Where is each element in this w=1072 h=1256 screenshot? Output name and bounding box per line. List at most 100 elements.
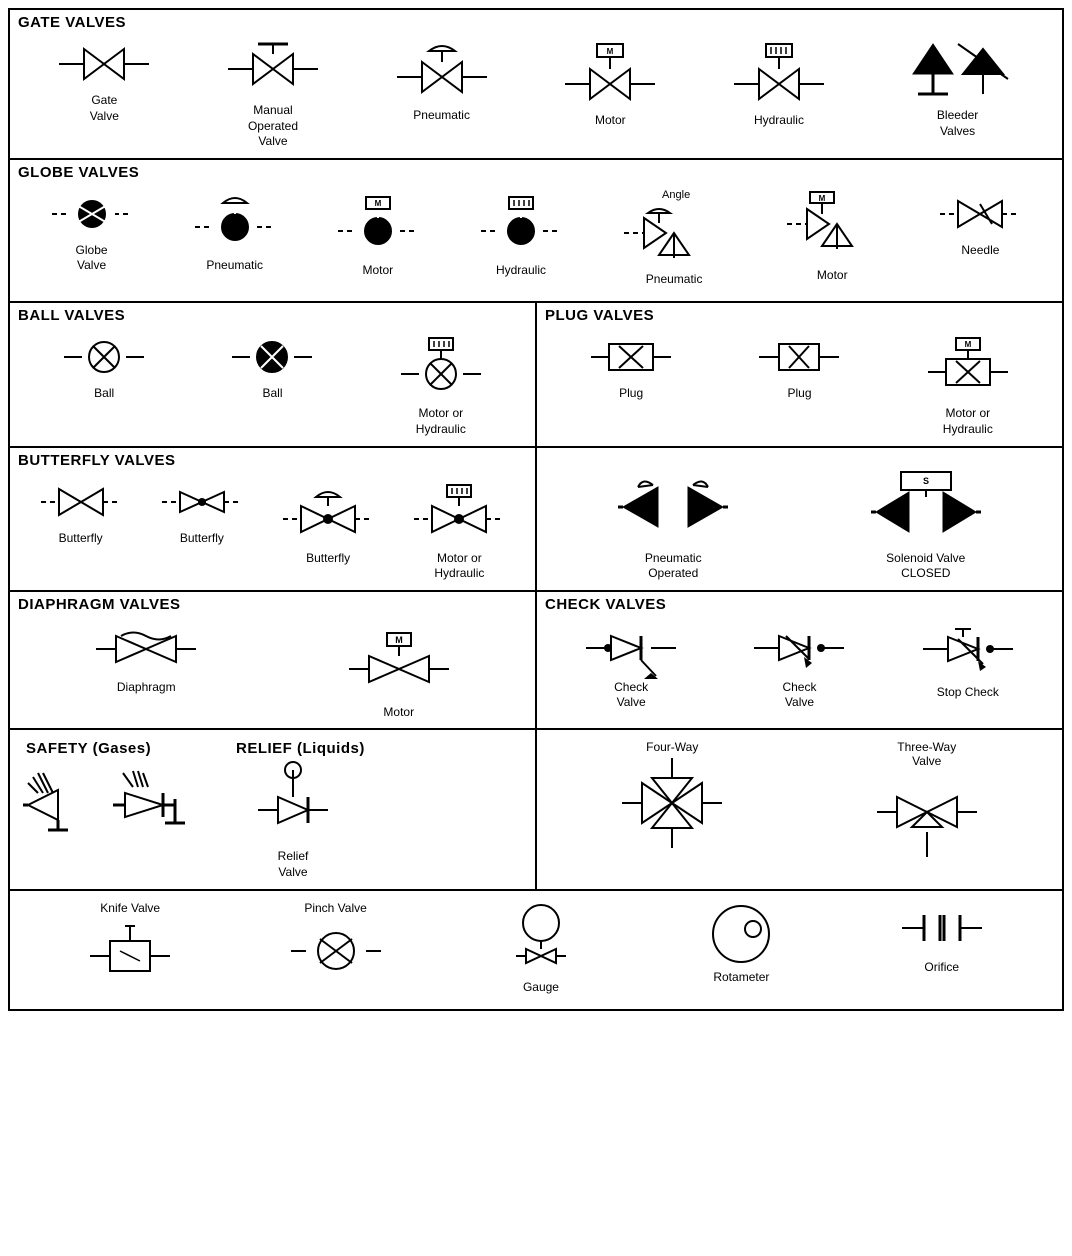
globe-valves-section: GLOBE VALVES GlobeValve — [10, 160, 1062, 304]
angle-label: Angle — [658, 189, 690, 201]
ball-motor-hydraulic-item: Motor orHydraulic — [401, 332, 481, 437]
svg-text:M: M — [819, 194, 826, 203]
three-way-heading: Three-WayValve — [897, 740, 956, 768]
diaphragm-check-section: DIAPHRAGM VALVES Diaphragm — [10, 592, 1062, 731]
relief-liquids-group: RELIEF (Liquids) — [228, 736, 373, 880]
ball-valve2-label: Ball — [262, 386, 282, 402]
knife-valve-symbol — [90, 921, 170, 976]
check-valve1-item: CheckValve — [586, 621, 676, 711]
pneumatic-globe-item: Pneumatic — [195, 189, 275, 274]
pinch-valve-item: Pinch Valve — [291, 901, 381, 976]
check-valve2-item: CheckValve — [754, 621, 844, 711]
bleeder-valves-symbol — [903, 39, 1013, 104]
plug-valves-symbols: Plug Plug — [537, 326, 1062, 445]
gauge-label: Gauge — [523, 980, 559, 996]
motor-gate-item: M Motor — [565, 39, 655, 129]
gate-valves-section: GATE VALVES GateValve — [10, 10, 1062, 160]
svg-text:S: S — [923, 476, 929, 486]
three-way-item: Three-WayValve — [877, 740, 977, 862]
manual-valve-item: ManualOperatedValve — [228, 39, 318, 150]
butterfly1-item: Butterfly — [41, 477, 121, 547]
motor-globe-label: Motor — [363, 263, 394, 279]
ball-motor-hydraulic-symbol — [401, 332, 481, 402]
needle-item: Needle — [940, 189, 1020, 259]
main-container: GATE VALVES GateValve — [8, 8, 1064, 1011]
butterfly-valves-subsection: BUTTERFLY VALVES Butterfly — [10, 448, 537, 590]
safety1-item — [18, 765, 98, 845]
ball-valves-symbols: Ball Ball — [10, 326, 535, 445]
globe-valves-title: GLOBE VALVES — [10, 160, 1062, 183]
plug-valve1-label: Plug — [619, 386, 643, 402]
needle-symbol — [940, 189, 1020, 239]
motor-globe-item: M Motor — [338, 189, 418, 279]
ball-valve1-item: Ball — [64, 332, 144, 402]
motor-diaphragm-label: Motor — [383, 705, 414, 721]
gauge-item: Gauge — [501, 901, 581, 996]
check-valve1-symbol — [586, 621, 676, 676]
safety2-symbol — [113, 765, 183, 845]
four-three-way-subsection: Four-Way — [537, 730, 1062, 888]
special-valves-subsection: PneumaticOperated — [537, 448, 1062, 590]
ball-motor-hydraulic-label: Motor orHydraulic — [416, 406, 466, 437]
safety2-item — [108, 765, 188, 845]
rotameter-item: Rotameter — [701, 901, 781, 986]
check-valves-symbols: CheckValve — [537, 615, 1062, 719]
stop-check-item: Stop Check — [923, 621, 1013, 701]
stop-check-symbol — [923, 621, 1013, 681]
butterfly1-symbol — [41, 477, 121, 527]
knife-valve-item: Knife Valve — [90, 901, 170, 976]
relief-valve-symbol — [258, 765, 328, 845]
check-valves-title: CHECK VALVES — [537, 592, 1062, 615]
hydraulic-globe-label: Hydraulic — [496, 263, 546, 279]
rotameter-label: Rotameter — [713, 970, 769, 986]
relief-valve-label: ReliefValve — [278, 849, 309, 880]
orifice-label: Orifice — [924, 960, 959, 976]
gate-valve-label: GateValve — [90, 93, 119, 124]
butterfly3-symbol — [283, 477, 373, 547]
pneumatic-globe-label: Pneumatic — [206, 258, 263, 274]
four-way-symbol — [622, 758, 722, 848]
butterfly3-label: Butterfly — [306, 551, 350, 567]
angle-motor-label: Motor — [817, 268, 848, 284]
svg-text:M: M — [964, 340, 971, 349]
check-valve2-label: CheckValve — [782, 680, 816, 711]
pneumatic-gate-item: Pneumatic — [397, 39, 487, 124]
pneumatic-globe-symbol — [195, 189, 275, 254]
relief-liquids-title: RELIEF (Liquids) — [228, 736, 373, 759]
angle-pneumatic-symbol — [624, 203, 724, 268]
hydraulic-gate-symbol — [734, 39, 824, 109]
ball-valve2-symbol — [232, 332, 312, 382]
safety1-symbol — [23, 765, 93, 845]
pneumatic-gate-label: Pneumatic — [413, 108, 470, 124]
globe-valve-item: GlobeValve — [52, 189, 132, 274]
gate-valve-symbol — [59, 39, 149, 89]
ball-valves-subsection: BALL VALVES Ball — [10, 303, 537, 445]
gauge-symbol — [501, 901, 581, 976]
pneumatic-gate-symbol — [397, 39, 487, 104]
butterfly-valves-symbols: Butterfly Butterfly — [10, 471, 535, 590]
motor-diaphragm-symbol: M — [349, 621, 449, 701]
plug-valve2-label: Plug — [787, 386, 811, 402]
butterfly2-symbol — [162, 477, 242, 527]
bottom-symbols: Knife Valve Pinch Valve — [10, 891, 1062, 1010]
gate-valves-symbols: GateValve ManualOperatedValve — [10, 33, 1062, 158]
manual-valve-label: ManualOperatedValve — [248, 103, 298, 150]
pneumatic-operated-item: PneumaticOperated — [618, 467, 728, 582]
diaphragm-valves-title: DIAPHRAGM VALVES — [10, 592, 535, 615]
pneumatic-operated-symbol — [618, 467, 728, 547]
plug-motor-hydraulic-label: Motor orHydraulic — [943, 406, 993, 437]
angle-motor-symbol: M — [787, 189, 877, 264]
diaphragm-valves-symbols: Diaphragm M — [10, 615, 535, 729]
bleeder-valves-label: BleederValves — [937, 108, 978, 139]
plug-valves-subsection: PLUG VALVES Plug — [537, 303, 1062, 445]
rotameter-symbol — [701, 901, 781, 966]
plug-valve1-item: Plug — [591, 332, 671, 402]
butterfly2-label: Butterfly — [180, 531, 224, 547]
check-valves-subsection: CHECK VALVES — [537, 592, 1062, 729]
ball-valves-title: BALL VALVES — [10, 303, 535, 326]
svg-text:M: M — [607, 47, 614, 56]
orifice-item: Orifice — [902, 901, 982, 976]
four-way-item: Four-Way — [622, 740, 722, 848]
hydraulic-gate-item: Hydraulic — [734, 39, 824, 129]
pinch-valve-symbol — [291, 921, 381, 976]
